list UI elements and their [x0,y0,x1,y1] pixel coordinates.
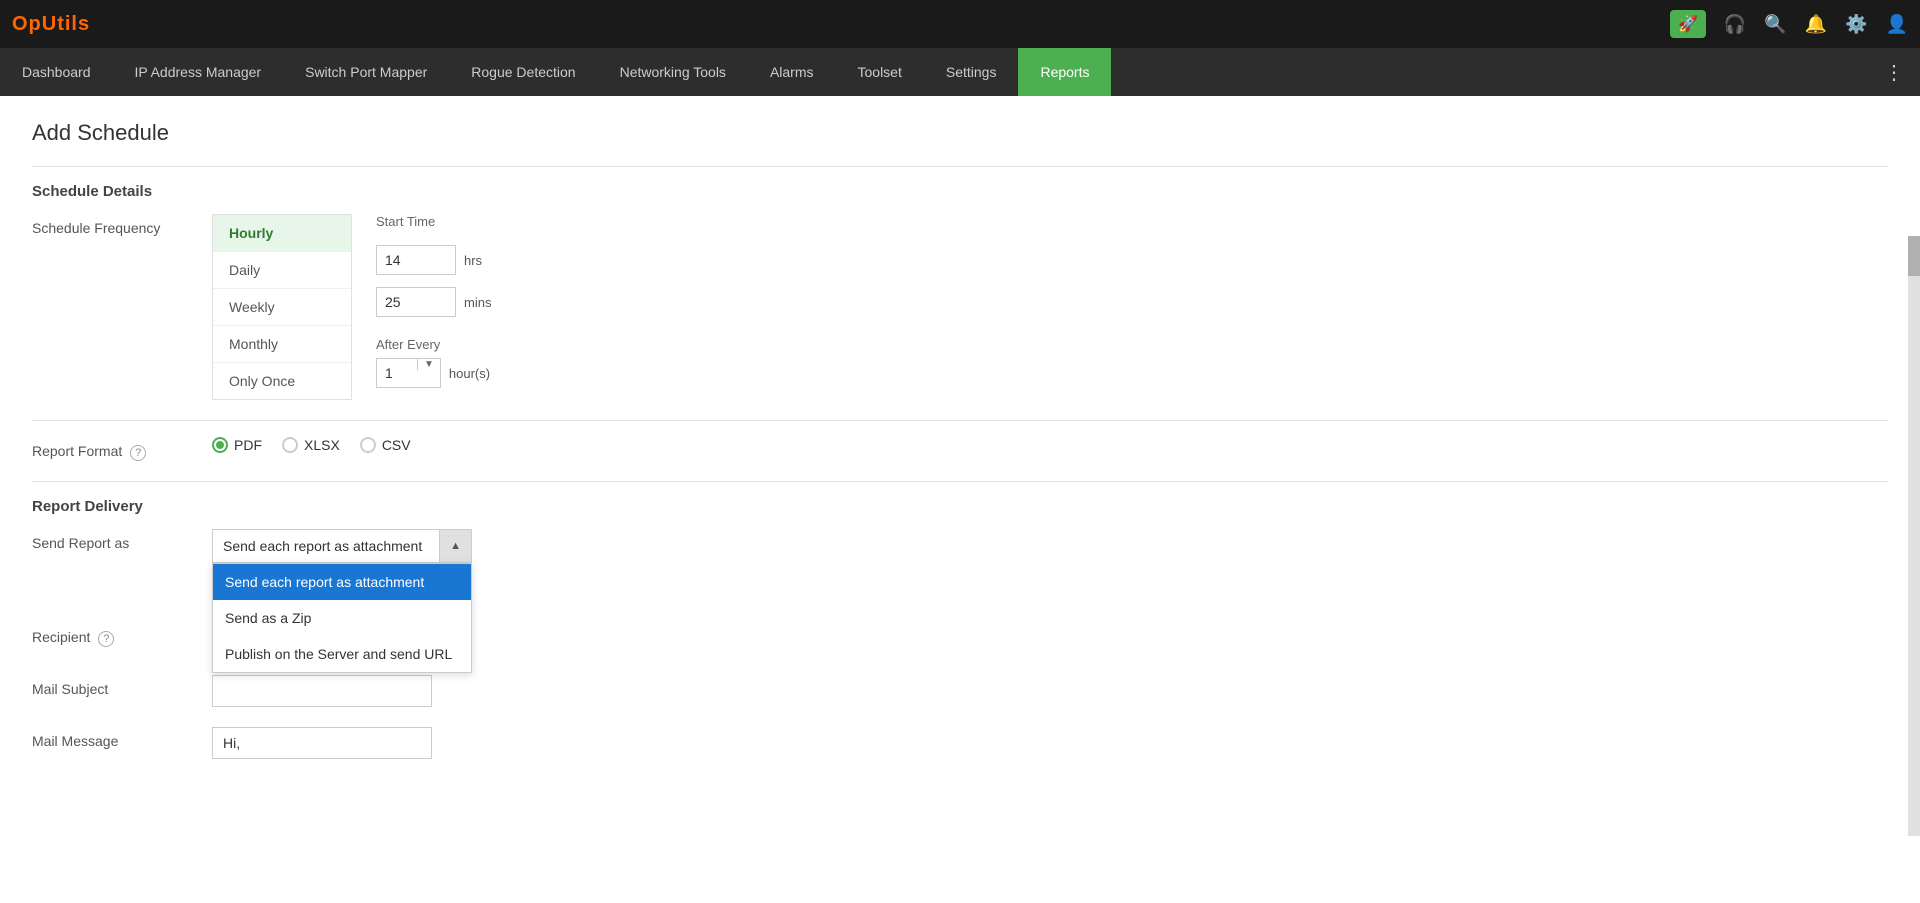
hours-input[interactable] [376,245,456,275]
nav-item-rogue-detection[interactable]: Rogue Detection [449,48,597,96]
send-report-as-dropdown[interactable]: Send each report as attachment ▲ [212,529,472,563]
radio-pdf-label: PDF [234,437,262,453]
nav-item-settings[interactable]: Settings [924,48,1019,96]
headset-icon[interactable]: 🎧 [1724,14,1746,35]
mail-message-input[interactable] [212,727,432,759]
schedule-frequency-label: Schedule Frequency [32,214,212,236]
mins-unit: mins [464,295,491,310]
send-report-as-row: Send Report as Send each report as attac… [32,529,1888,563]
dropdown-item-publish-url[interactable]: Publish on the Server and send URL [213,636,471,672]
nav-item-reports[interactable]: Reports [1018,48,1111,96]
mail-message-row: Mail Message [32,727,1888,759]
report-format-help-icon[interactable]: ? [130,445,146,461]
after-every-value: 1 [377,359,417,387]
nav-bar: Dashboard IP Address Manager Switch Port… [0,48,1920,96]
report-format-section: Report Format ? PDF XLSX CSV [32,420,1888,461]
send-report-as-label: Send Report as [32,529,212,551]
nav-item-networking-tools[interactable]: Networking Tools [598,48,748,96]
frequency-item-only-once[interactable]: Only Once [213,363,351,399]
radio-csv[interactable]: CSV [360,437,411,453]
dropdown-item-each-attachment[interactable]: Send each report as attachment [213,564,471,600]
recipient-help-icon[interactable]: ? [98,631,114,647]
after-every-section: After Every 1 ▼ hour(s) [376,337,491,388]
recipient-label: Recipient ? [32,623,212,647]
send-report-as-dropdown-wrapper: Send each report as attachment ▲ Send ea… [212,529,472,563]
frequency-item-weekly[interactable]: Weekly [213,289,351,326]
after-every-row: 1 ▼ hour(s) [376,358,491,388]
user-icon[interactable]: 👤 [1886,14,1908,35]
frequency-item-monthly[interactable]: Monthly [213,326,351,363]
frequency-item-daily[interactable]: Daily [213,252,351,289]
report-delivery-title: Report Delivery [32,498,1888,515]
top-bar-icons: 🚀 🎧 🔍 🔔 ⚙️ 👤 [1670,10,1908,38]
dropdown-display-arrow[interactable]: ▲ [439,530,471,562]
radio-xlsx[interactable]: XLSX [282,437,340,453]
after-every-dropdown-arrow[interactable]: ▼ [417,359,440,370]
scrollbar[interactable] [1908,236,1920,836]
radio-csv-circle [360,437,376,453]
radio-xlsx-circle [282,437,298,453]
frequency-wrapper: Hourly Daily Weekly Monthly Only Once St… [212,214,491,400]
nav-items: Dashboard IP Address Manager Switch Port… [0,48,1111,96]
nav-item-switch-port-mapper[interactable]: Switch Port Mapper [283,48,449,96]
radio-pdf[interactable]: PDF [212,437,262,453]
radio-csv-label: CSV [382,437,411,453]
hours-unit: hrs [464,253,482,268]
report-delivery-section: Report Delivery Send Report as Send each… [32,481,1888,759]
frequency-item-hourly[interactable]: Hourly [213,215,351,252]
start-time-label: Start Time [376,214,491,229]
hours-row: hrs [376,245,491,275]
start-time-section: Start Time hrs mins After Every 1 [376,214,491,388]
radio-xlsx-label: XLSX [304,437,340,453]
nav-more-button[interactable]: ⋮ [1868,60,1920,85]
nav-item-dashboard[interactable]: Dashboard [0,48,113,96]
mins-row: mins [376,287,491,317]
page-title: Add Schedule [32,120,1888,146]
after-every-select[interactable]: 1 ▼ [376,358,441,388]
mail-subject-label: Mail Subject [32,675,212,697]
schedule-details-title: Schedule Details [32,183,1888,200]
scrollbar-thumb[interactable] [1908,236,1920,276]
search-icon[interactable]: 🔍 [1764,14,1786,35]
nav-item-ip-address-manager[interactable]: IP Address Manager [113,48,284,96]
mail-subject-row: Mail Subject [32,675,1888,707]
after-every-unit: hour(s) [449,366,490,381]
dropdown-item-zip[interactable]: Send as a Zip [213,600,471,636]
mail-message-label: Mail Message [32,727,212,749]
after-every-label: After Every [376,337,491,352]
main-content: Add Schedule Schedule Details Schedule F… [0,96,1920,903]
dropdown-display-value: Send each report as attachment [213,530,439,562]
schedule-details-section: Schedule Details Schedule Frequency Hour… [32,166,1888,400]
frequency-list: Hourly Daily Weekly Monthly Only Once [212,214,352,400]
radio-pdf-circle [212,437,228,453]
mail-subject-input[interactable] [212,675,432,707]
nav-item-alarms[interactable]: Alarms [748,48,836,96]
app-logo: OpUtils [12,13,90,36]
report-format-row: Report Format ? PDF XLSX CSV [32,437,1888,461]
top-bar: OpUtils 🚀 🎧 🔍 🔔 ⚙️ 👤 [0,0,1920,48]
report-format-label: Report Format ? [32,437,212,461]
nav-item-toolset[interactable]: Toolset [836,48,924,96]
schedule-frequency-row: Schedule Frequency Hourly Daily Weekly M… [32,214,1888,400]
send-report-as-menu: Send each report as attachment Send as a… [212,563,472,673]
rocket-icon[interactable]: 🚀 [1670,10,1706,38]
mins-input[interactable] [376,287,456,317]
bell-icon[interactable]: 🔔 [1805,14,1827,35]
gear-icon[interactable]: ⚙️ [1845,14,1867,35]
report-format-options: PDF XLSX CSV [212,437,411,453]
